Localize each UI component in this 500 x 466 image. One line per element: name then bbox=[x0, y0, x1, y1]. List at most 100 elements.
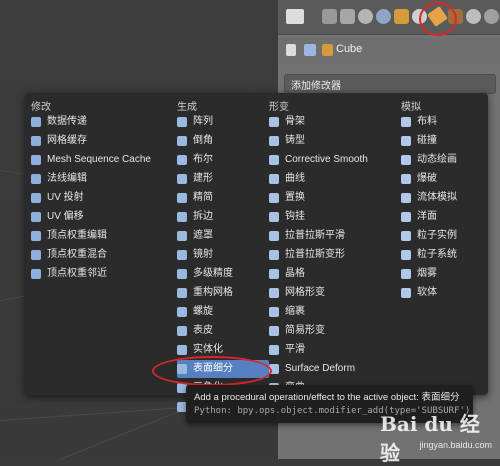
render-icon[interactable] bbox=[322, 9, 337, 24]
menu-item[interactable]: 动态绘画 bbox=[401, 151, 483, 169]
subdivision-highlight-circle bbox=[152, 356, 272, 386]
cloth-icon bbox=[401, 117, 411, 127]
menu-item[interactable]: 碰撞 bbox=[401, 132, 483, 150]
pin-icon[interactable] bbox=[286, 44, 296, 56]
menu-item[interactable]: 精简 bbox=[177, 189, 269, 207]
mirror-icon bbox=[177, 250, 187, 260]
object-icon[interactable] bbox=[394, 9, 409, 24]
menu-item-label: 粒子系统 bbox=[417, 249, 457, 260]
menu-item[interactable]: 拆边 bbox=[177, 208, 269, 226]
add-modifier-button[interactable]: 添加修改器 bbox=[284, 74, 496, 94]
menu-item[interactable]: 建形 bbox=[177, 170, 269, 188]
menu-item[interactable]: UV 偏移 bbox=[31, 208, 171, 226]
menu-item[interactable]: 晶格 bbox=[269, 265, 399, 283]
editor-type-icon[interactable] bbox=[286, 9, 304, 24]
menu-item[interactable]: 重构网格 bbox=[177, 284, 269, 302]
add-modifier-label: 添加修改器 bbox=[291, 81, 341, 92]
menu-item[interactable]: 铸型 bbox=[269, 132, 399, 150]
armature-icon bbox=[269, 117, 279, 127]
menu-item[interactable]: 曲线 bbox=[269, 170, 399, 188]
menu-item[interactable]: 顶点权重邻近 bbox=[31, 265, 171, 283]
normal-edit-icon bbox=[31, 174, 41, 184]
menu-item-label: 表皮 bbox=[193, 325, 213, 336]
material-icon[interactable] bbox=[466, 9, 481, 24]
menu-item-label: 缩裹 bbox=[285, 306, 305, 317]
menu-item[interactable]: 螺旋 bbox=[177, 303, 269, 321]
object-icon bbox=[322, 44, 333, 56]
menu-item-label: UV 投射 bbox=[47, 192, 84, 203]
menu-column-title: 形变 bbox=[269, 102, 289, 113]
menu-item[interactable]: Mesh Sequence Cache bbox=[31, 151, 171, 169]
menu-item[interactable]: 拉普拉斯变形 bbox=[269, 246, 399, 264]
displace-icon bbox=[269, 193, 279, 203]
menu-item-label: 精简 bbox=[193, 192, 213, 203]
menu-item-label: 遮罩 bbox=[193, 230, 213, 241]
menu-item-label: 钩挂 bbox=[285, 211, 305, 222]
menu-item[interactable]: 数据传递 bbox=[31, 113, 171, 131]
menu-item-label: 建形 bbox=[193, 173, 213, 184]
menu-item[interactable]: 倒角 bbox=[177, 132, 269, 150]
menu-item-label: 顶点权重混合 bbox=[47, 249, 107, 260]
menu-item-label: 晶格 bbox=[285, 268, 305, 279]
hook-icon bbox=[269, 212, 279, 222]
menu-item[interactable]: 洋面 bbox=[401, 208, 483, 226]
menu-item[interactable]: 粒子系统 bbox=[401, 246, 483, 264]
menu-item[interactable]: Surface Deform bbox=[269, 360, 399, 378]
menu-item[interactable]: 拉普拉斯平滑 bbox=[269, 227, 399, 245]
menu-item[interactable]: 骨架 bbox=[269, 113, 399, 131]
menu-item-label: 网格缓存 bbox=[47, 135, 87, 146]
menu-item[interactable]: 法线编辑 bbox=[31, 170, 171, 188]
add-modifier-menu: 修改 数据传递 网格缓存 Mesh Sequence Cache 法线编辑 UV 投射 UV… bbox=[25, 93, 488, 412]
menu-item[interactable]: 表皮 bbox=[177, 322, 269, 340]
menu-item[interactable]: 平滑 bbox=[269, 341, 399, 359]
texture-icon[interactable] bbox=[484, 9, 499, 24]
menu-item[interactable]: 多级精度 bbox=[177, 265, 269, 283]
menu-item-label: 重构网格 bbox=[193, 287, 233, 298]
menu-item[interactable]: 软体 bbox=[401, 284, 483, 302]
menu-item[interactable]: 网格形变 bbox=[269, 284, 399, 302]
menu-item[interactable]: 流体模拟 bbox=[401, 189, 483, 207]
menu-item[interactable]: 阵列 bbox=[177, 113, 269, 131]
world-icon[interactable] bbox=[376, 9, 391, 24]
menu-item-label: 阵列 bbox=[193, 116, 213, 127]
menu-item[interactable]: 缩裹 bbox=[269, 303, 399, 321]
scene-icon[interactable] bbox=[358, 9, 373, 24]
menu-item-label: 烟雾 bbox=[417, 268, 437, 279]
wrench-highlight-circle bbox=[419, 2, 457, 36]
menu-item-label: 数据传递 bbox=[47, 116, 87, 127]
render-layers-icon[interactable] bbox=[340, 9, 355, 24]
menu-item-label: Surface Deform bbox=[285, 363, 356, 374]
menu-item-label: 骨架 bbox=[285, 116, 305, 127]
menu-item[interactable]: Corrective Smooth bbox=[269, 151, 399, 169]
curve-icon bbox=[269, 174, 279, 184]
decimate-icon bbox=[177, 193, 187, 203]
menu-item[interactable]: 简易形变 bbox=[269, 322, 399, 340]
menu-item[interactable]: 粒子实例 bbox=[401, 227, 483, 245]
menu-item[interactable]: UV 投射 bbox=[31, 189, 171, 207]
menu-item-label: 洋面 bbox=[417, 211, 437, 222]
menu-item[interactable]: 遮罩 bbox=[177, 227, 269, 245]
menu-item[interactable]: 钩挂 bbox=[269, 208, 399, 226]
menu-item-label: 软体 bbox=[417, 287, 437, 298]
menu-item[interactable]: 网格缓存 bbox=[31, 132, 171, 150]
menu-item-label: 碰撞 bbox=[417, 135, 437, 146]
menu-item[interactable]: 顶点权重编辑 bbox=[31, 227, 171, 245]
menu-item[interactable]: 置换 bbox=[269, 189, 399, 207]
menu-item-label: 曲线 bbox=[285, 173, 305, 184]
menu-item[interactable]: 爆破 bbox=[401, 170, 483, 188]
menu-item[interactable]: 布料 bbox=[401, 113, 483, 131]
menu-item[interactable]: 顶点权重混合 bbox=[31, 246, 171, 264]
uv-warp-icon bbox=[31, 212, 41, 222]
menu-item-label: 拆边 bbox=[193, 211, 213, 222]
build-icon bbox=[177, 174, 187, 184]
menu-item-label: 多级精度 bbox=[193, 268, 233, 279]
soft-body-icon bbox=[401, 288, 411, 298]
multiresolution-icon bbox=[177, 269, 187, 279]
menu-item[interactable]: 烟雾 bbox=[401, 265, 483, 283]
menu-item[interactable]: 布尔 bbox=[177, 151, 269, 169]
remesh-icon bbox=[177, 288, 187, 298]
screw-icon bbox=[177, 307, 187, 317]
menu-item-label: 网格形变 bbox=[285, 287, 325, 298]
menu-item-label: 螺旋 bbox=[193, 306, 213, 317]
menu-item[interactable]: 镜射 bbox=[177, 246, 269, 264]
